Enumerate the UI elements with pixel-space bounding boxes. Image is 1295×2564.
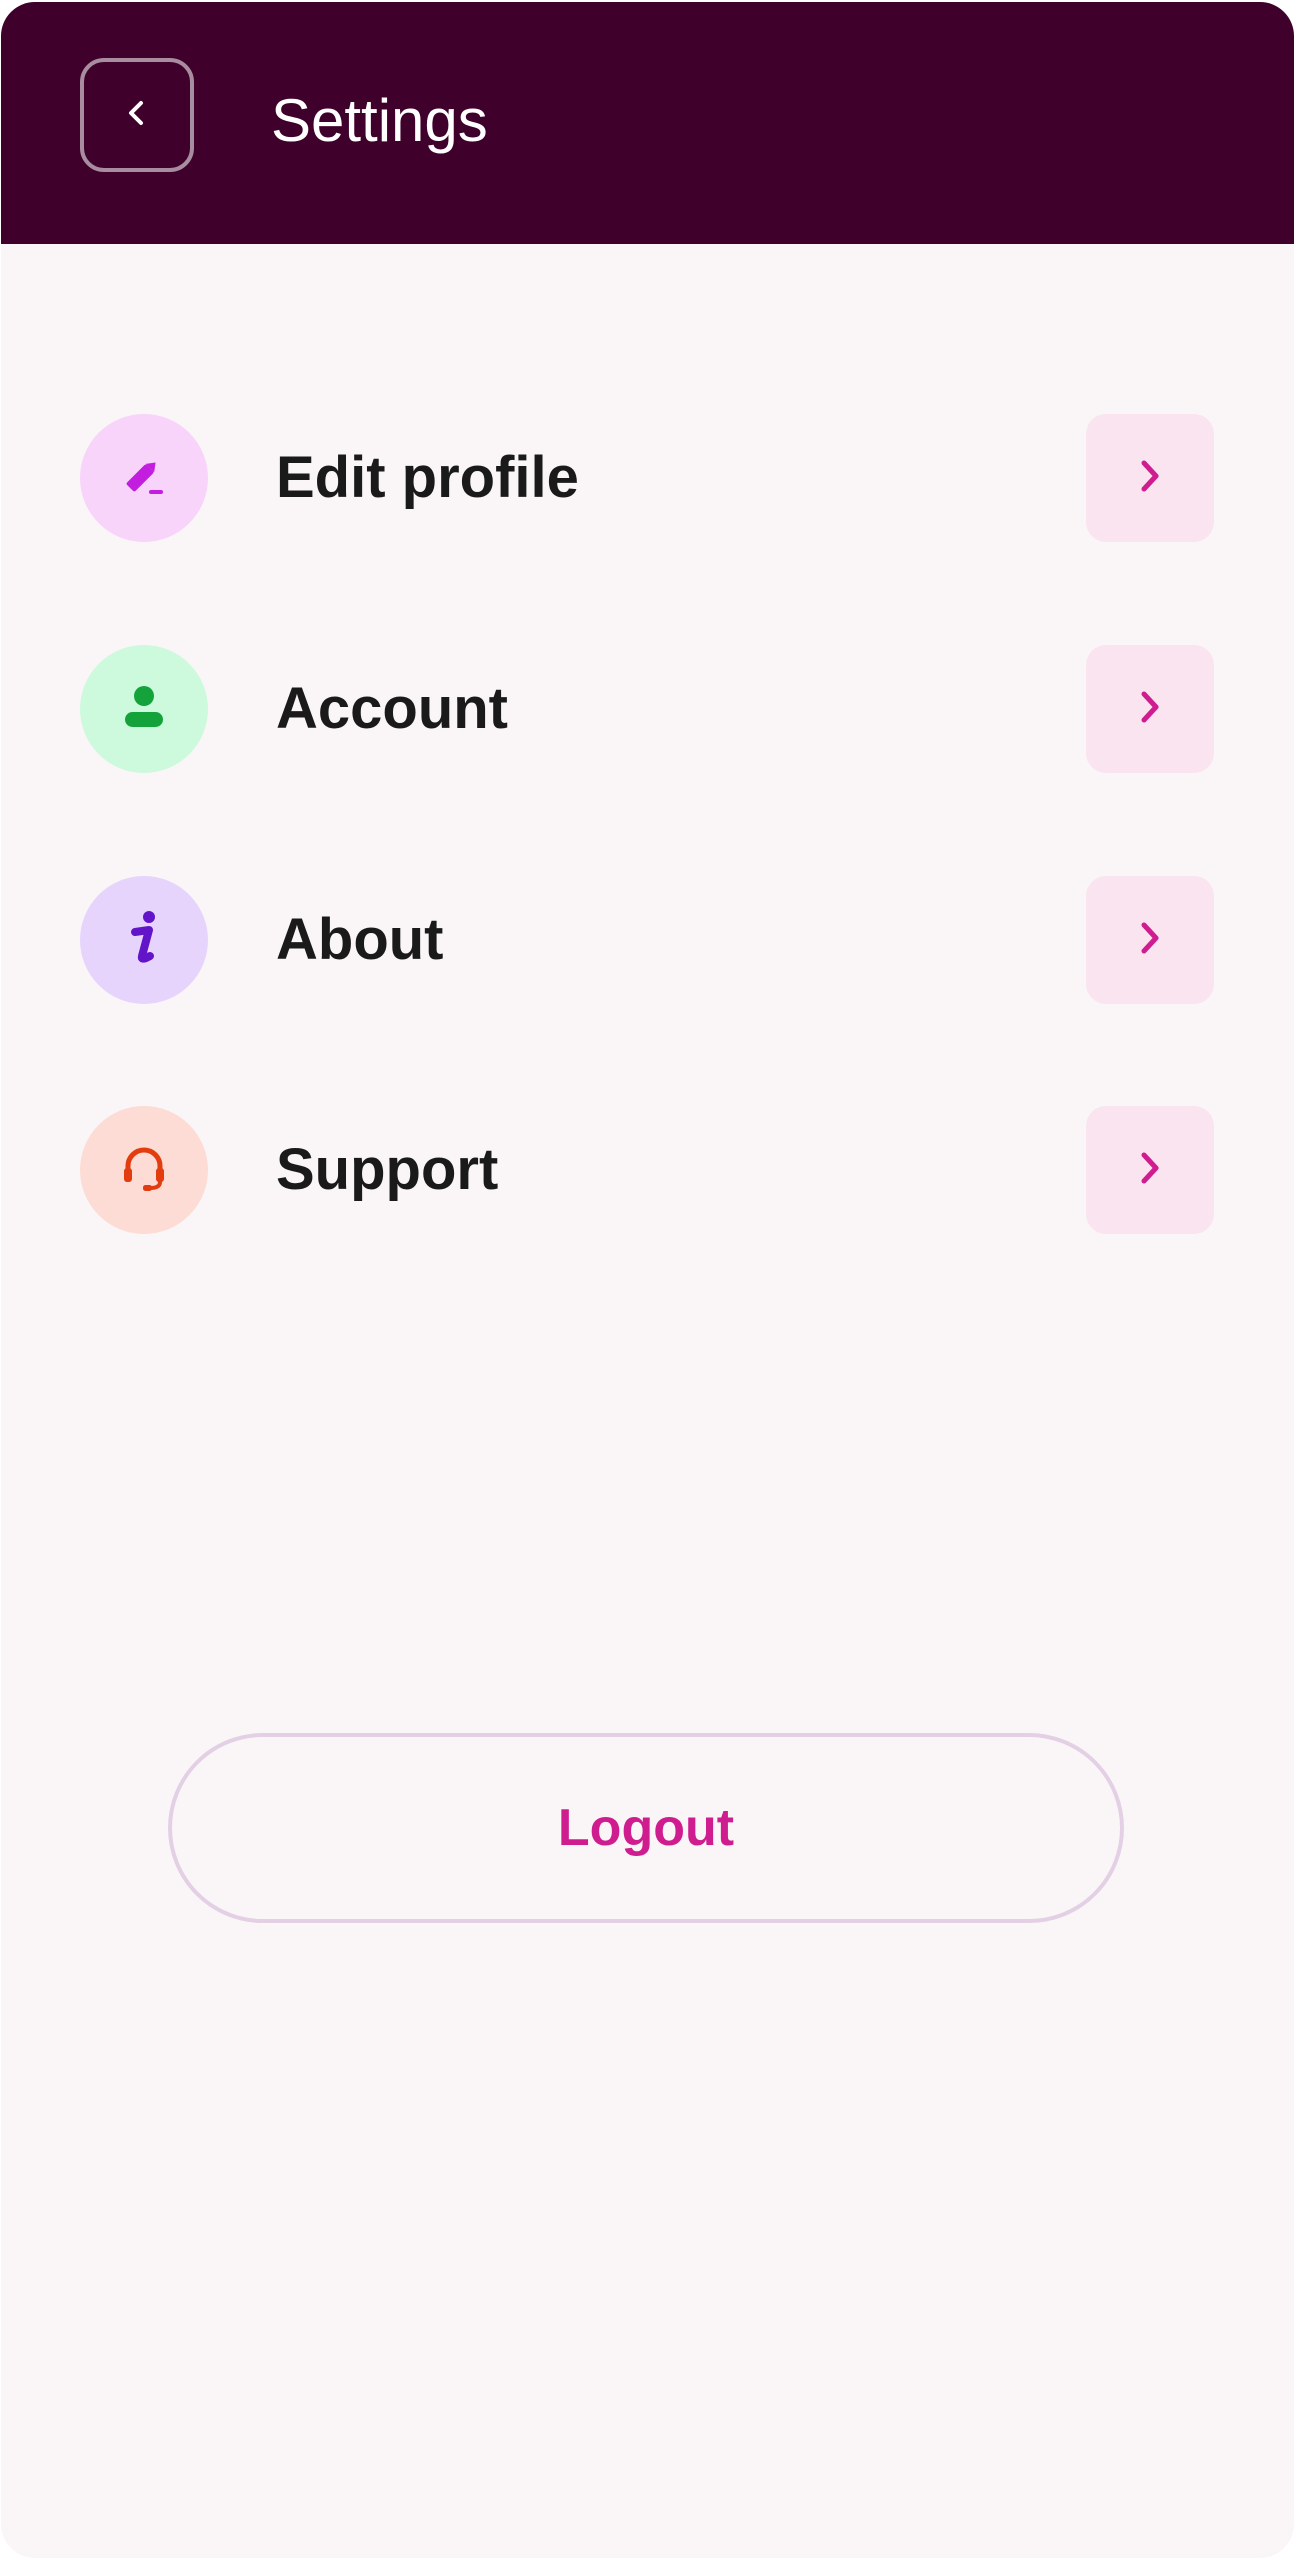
menu-item-label: About: [276, 907, 444, 972]
info-icon: [118, 908, 170, 973]
about-chevron-button[interactable]: [1086, 876, 1214, 1004]
support-chevron-button[interactable]: [1086, 1106, 1214, 1234]
chevron-left-icon: [122, 98, 152, 133]
chevron-right-icon: [1133, 456, 1167, 501]
logout-button[interactable]: Logout: [168, 1733, 1124, 1923]
chevron-right-icon: [1133, 1148, 1167, 1193]
about-icon-badge: [80, 876, 208, 1004]
menu-item-account[interactable]: Account: [80, 645, 1214, 773]
edit-profile-icon-badge: [80, 414, 208, 542]
back-button[interactable]: [80, 58, 194, 172]
app-header: Settings: [1, 2, 1294, 244]
account-icon-badge: [80, 645, 208, 773]
chevron-right-icon: [1133, 687, 1167, 732]
chevron-right-icon: [1133, 918, 1167, 963]
page-title: Settings: [271, 87, 488, 154]
menu-item-label: Support: [276, 1137, 499, 1202]
menu-item-label: Account: [276, 676, 508, 741]
edit-profile-chevron-button[interactable]: [1086, 414, 1214, 542]
menu-item-label: Edit profile: [276, 445, 579, 510]
support-icon-badge: [80, 1106, 208, 1234]
account-chevron-button[interactable]: [1086, 645, 1214, 773]
user-icon: [118, 681, 170, 738]
headset-icon: [116, 1140, 172, 1201]
menu-item-about[interactable]: About: [80, 876, 1214, 1004]
menu-item-support[interactable]: Support: [80, 1106, 1214, 1234]
logout-label: Logout: [557, 1799, 735, 1857]
edit-pencil-icon: [118, 450, 170, 507]
settings-screen: Settings Edit profile Account About Supp…: [1, 2, 1294, 2558]
menu-item-edit-profile[interactable]: Edit profile: [80, 414, 1214, 542]
